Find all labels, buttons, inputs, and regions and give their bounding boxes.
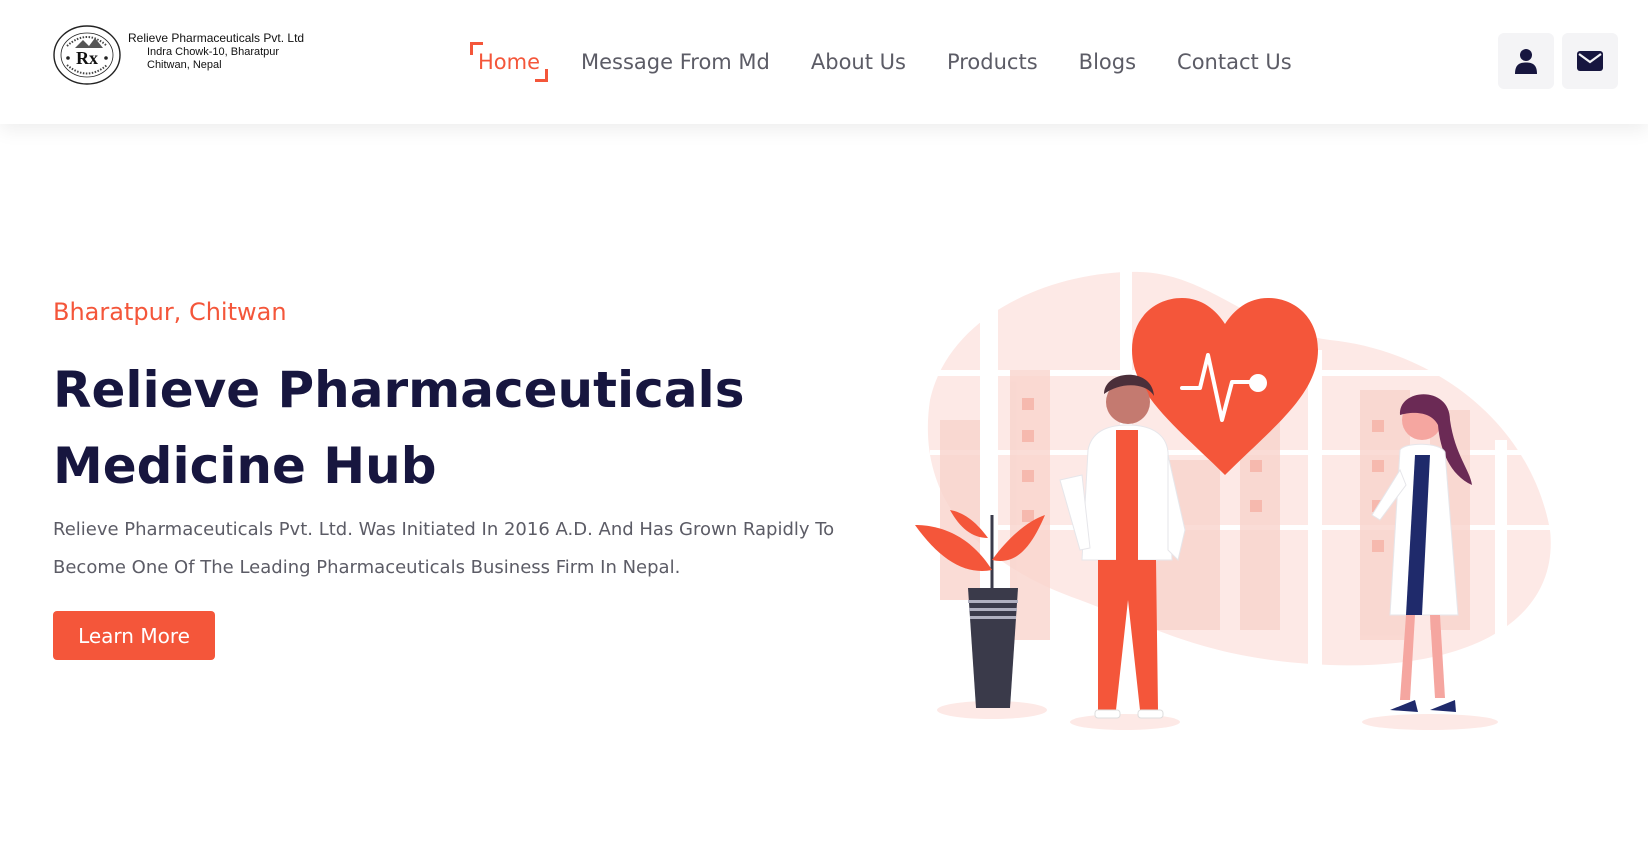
user-icon bbox=[1515, 49, 1537, 74]
learn-more-button[interactable]: Learn More bbox=[53, 611, 215, 660]
hero-title: Relieve Pharmaceuticals Medicine Hub bbox=[53, 352, 813, 504]
user-account-button[interactable] bbox=[1498, 33, 1554, 89]
nav-item-home[interactable]: Home bbox=[470, 42, 549, 82]
nav-item-message-from-md[interactable]: Message From Md bbox=[573, 42, 778, 82]
hero-title-line2: Medicine Hub bbox=[53, 437, 437, 495]
nav-item-contact-us[interactable]: Contact Us bbox=[1169, 42, 1300, 82]
nav-item-products[interactable]: Products bbox=[939, 42, 1046, 82]
mail-button[interactable] bbox=[1562, 33, 1618, 89]
brand-address-line1: Indra Chowk-10, Bharatpur bbox=[147, 46, 280, 58]
brand-address-line2: Chitwan, Nepal bbox=[147, 59, 222, 71]
brand-text: Relieve Pharmaceuticals Pvt. Ltd Indra C… bbox=[128, 31, 304, 71]
svg-text:Rx: Rx bbox=[76, 48, 98, 68]
hero-description: Relieve Pharmaceuticals Pvt. Ltd. Was In… bbox=[53, 519, 835, 578]
site-header: Rx Relieve Pharmaceuticals Pvt. Ltd Indr… bbox=[0, 0, 1648, 124]
brand-name: Relieve Pharmaceuticals Pvt. Ltd bbox=[128, 31, 305, 45]
doctors-heart-illustration bbox=[915, 270, 1560, 730]
main-nav: Home Message From Md About Us Products B… bbox=[470, 40, 1325, 84]
hero-title-line1: Relieve Pharmaceuticals bbox=[53, 361, 745, 419]
nav-item-about-us[interactable]: About Us bbox=[803, 42, 914, 82]
hero-location: Bharatpur, Chitwan bbox=[53, 298, 287, 326]
mail-icon bbox=[1577, 51, 1603, 71]
nav-item-blogs[interactable]: Blogs bbox=[1071, 42, 1144, 82]
seal-logo-icon: Rx bbox=[53, 25, 121, 85]
brand-logo[interactable]: Rx Relieve Pharmaceuticals Pvt. Ltd Indr… bbox=[53, 24, 313, 86]
